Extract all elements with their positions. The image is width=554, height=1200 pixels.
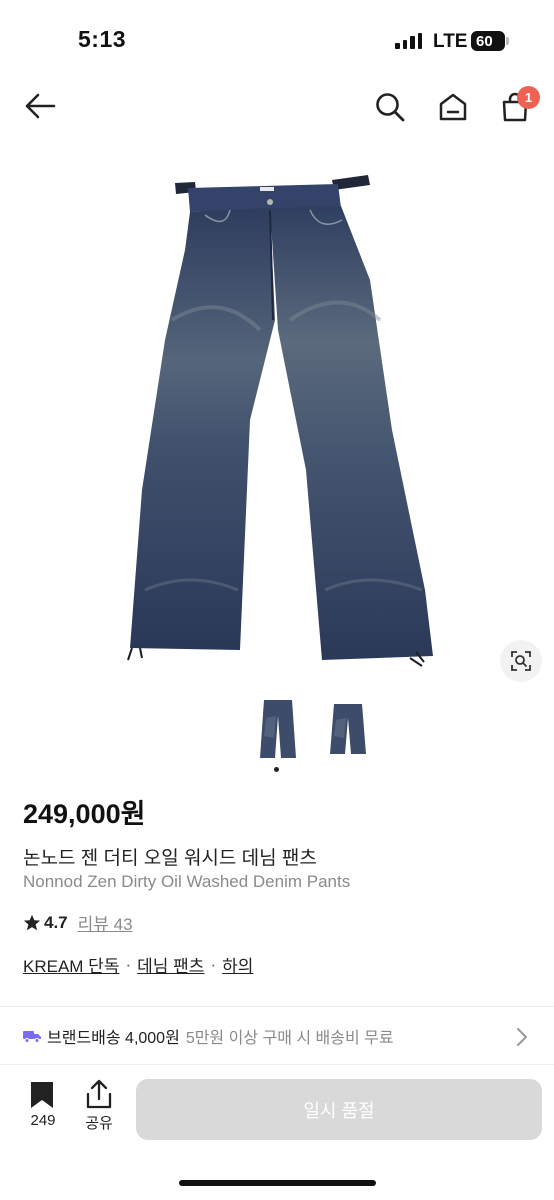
back-arrow-icon [25, 93, 56, 119]
shipping-row[interactable]: 브랜드배송 4,000원 5만원 이상 구매 시 배송비 무료 [23, 1024, 394, 1048]
search-button[interactable] [372, 89, 408, 125]
rating-score: 4.7 [44, 912, 68, 932]
sold-out-button[interactable]: 일시 품절 [136, 1079, 542, 1140]
image-search-button[interactable] [500, 640, 542, 682]
thumbnail-2[interactable] [326, 698, 370, 760]
back-button[interactable] [22, 88, 58, 124]
bookmark-count: 249 [30, 1112, 56, 1129]
network-label: LTE [433, 31, 468, 52]
home-button[interactable] [435, 89, 471, 125]
signal-icon [395, 33, 422, 49]
battery-level: 60 [476, 32, 493, 50]
shipping-chevron[interactable] [516, 1027, 528, 1052]
share-button[interactable] [85, 1079, 113, 1114]
share-label: 공유 [85, 1115, 113, 1132]
shipping-note: 5만원 이상 구매 시 배송비 무료 [185, 1030, 394, 1047]
shipping-fee: 브랜드배송 4,000원 [47, 1030, 180, 1047]
bookmark-icon [31, 1082, 53, 1108]
rating-row: 4.7 리뷰 43 [23, 910, 133, 935]
divider [0, 1064, 554, 1065]
tag-category[interactable]: 데님 팬츠 [137, 952, 204, 977]
star-icon [23, 914, 41, 930]
truck-icon [23, 1031, 41, 1043]
thumbnail-1[interactable] [256, 698, 300, 760]
chevron-right-icon [517, 1028, 527, 1046]
battery-tip [506, 37, 509, 45]
tag-subcategory[interactable]: 하의 [222, 952, 253, 977]
share-icon [86, 1079, 112, 1109]
cart-badge: 1 [517, 86, 540, 109]
tag-separator: · [210, 954, 217, 974]
home-indicator [179, 1180, 376, 1186]
product-name-korean: 논노드 젠 더티 오일 워시드 데님 팬츠 [23, 848, 317, 869]
tag-separator: · [125, 954, 132, 974]
status-time: 5:13 [78, 26, 127, 52]
home-icon [439, 93, 467, 121]
product-price: 249,000원 [23, 799, 146, 829]
search-icon [376, 93, 405, 122]
bookmark-button[interactable] [29, 1080, 55, 1115]
tag-exclusive[interactable]: KREAM 단독 [23, 952, 119, 977]
thumbnail-indicator [274, 767, 279, 772]
lens-search-icon [511, 651, 531, 671]
divider [0, 1006, 554, 1007]
product-name-english: Nonnod Zen Dirty Oil Washed Denim Pants [23, 872, 351, 891]
product-image[interactable] [110, 170, 444, 675]
category-tags: KREAM 단독 · 데님 팬츠 · 하의 [23, 952, 253, 977]
review-link[interactable]: 리뷰 43 [78, 910, 133, 935]
battery-icon: 60 [471, 31, 505, 51]
